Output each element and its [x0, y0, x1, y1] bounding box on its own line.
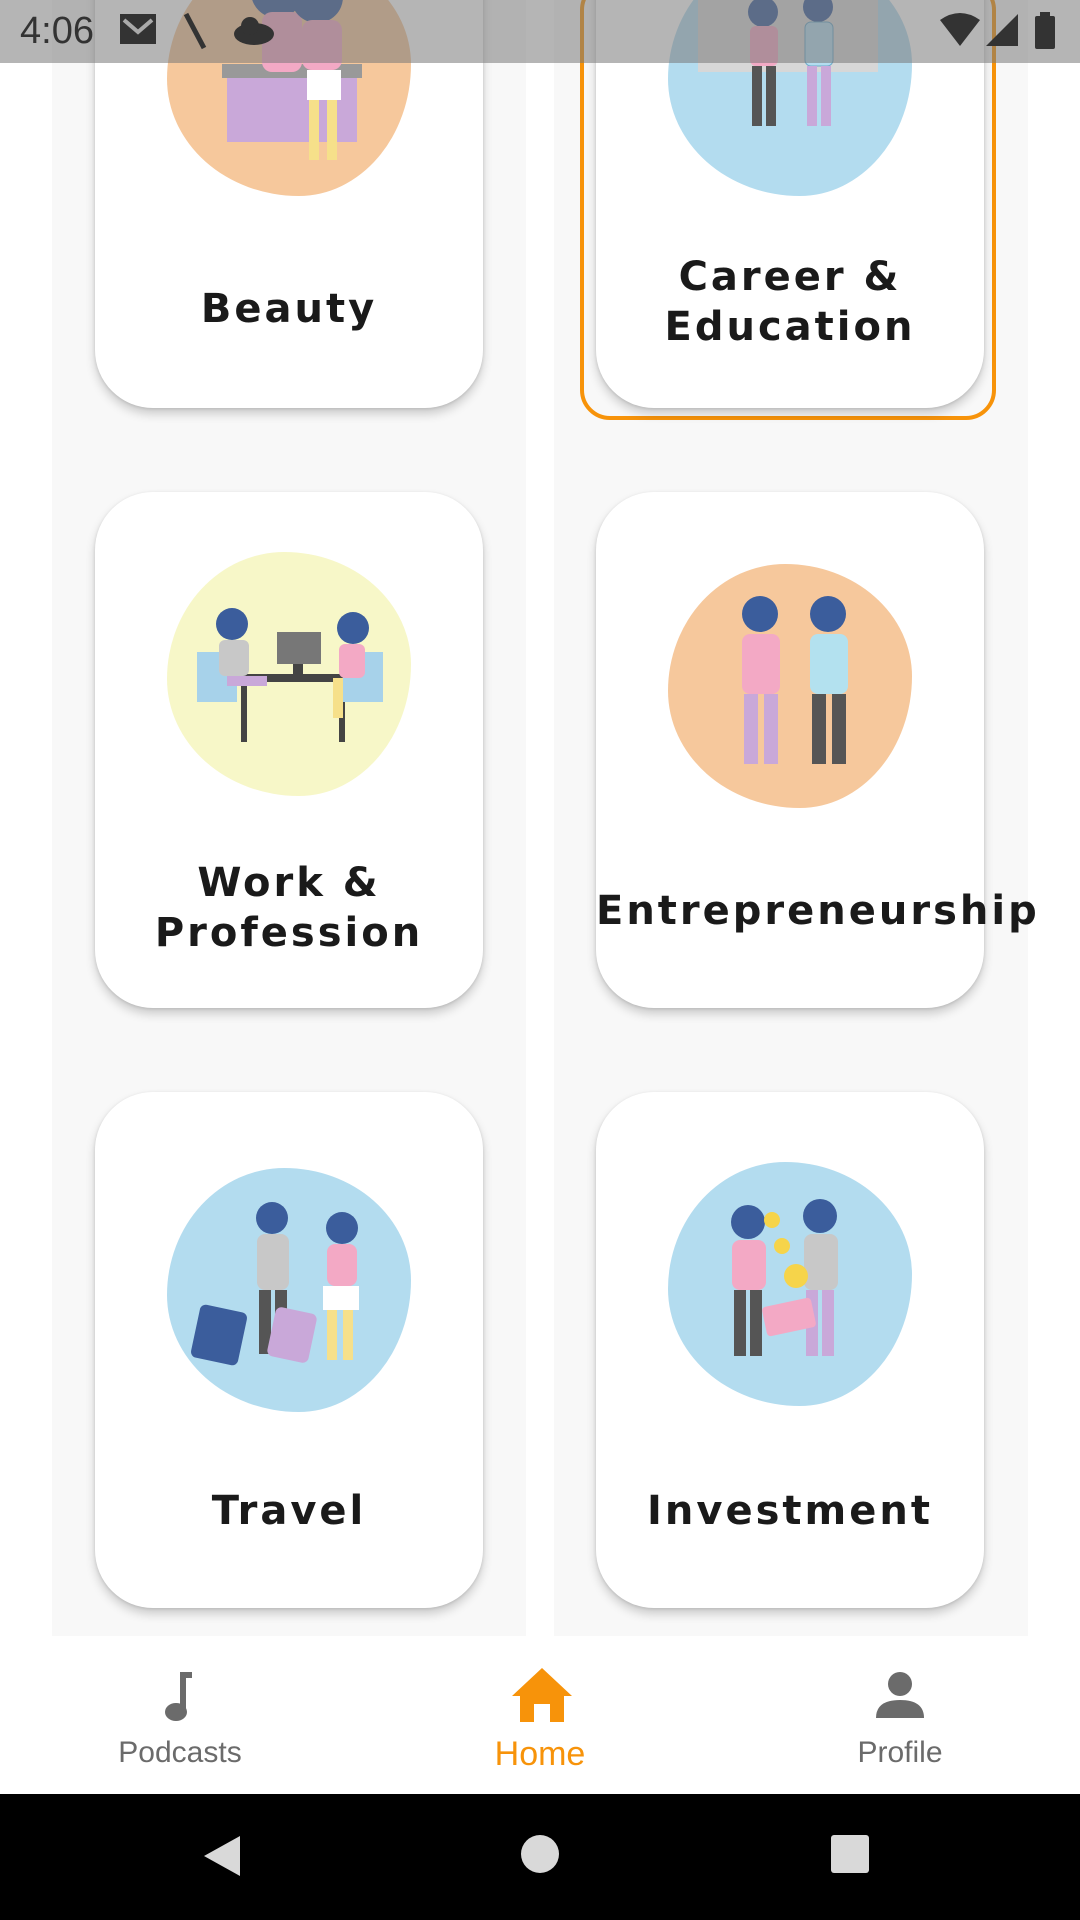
home-button-icon[interactable]: [520, 1834, 560, 1879]
back-icon[interactable]: [202, 1834, 242, 1883]
bottom-navigation: Podcasts Home Profile: [0, 1636, 1080, 1794]
category-label: Career & Education: [664, 254, 916, 350]
music-note-icon: [150, 1666, 210, 1726]
nav-home[interactable]: Home: [440, 1636, 640, 1794]
investment-illustration: [668, 1162, 912, 1406]
category-label: Work & Profession: [154, 860, 424, 956]
category-card-travel[interactable]: Travel: [95, 1092, 483, 1608]
battery-icon: [1034, 12, 1056, 55]
category-card-work-profession[interactable]: Work & Profession: [95, 492, 483, 1008]
gmail-icon: [118, 12, 158, 51]
travel-illustration: [167, 1168, 411, 1412]
home-icon: [510, 1666, 572, 1726]
category-label: Entrepreneurship: [596, 888, 1040, 934]
work-profession-illustration: [167, 552, 411, 796]
recents-icon[interactable]: [830, 1834, 870, 1879]
signal-icon: [984, 12, 1020, 53]
status-bar: 4:06: [0, 0, 1080, 63]
nav-podcasts[interactable]: Podcasts: [80, 1636, 280, 1794]
pen-icon: [180, 12, 210, 55]
category-label: Investment: [647, 1488, 933, 1534]
category-card-investment[interactable]: Investment: [596, 1092, 984, 1608]
nav-label: Profile: [857, 1736, 943, 1769]
system-navigation-bar: [0, 1794, 1080, 1920]
entrepreneurship-illustration: [668, 564, 912, 808]
category-label: Travel: [211, 1488, 367, 1534]
nav-profile[interactable]: Profile: [800, 1636, 1000, 1794]
cloud-icon: [232, 16, 276, 51]
category-label: Beauty: [200, 286, 378, 332]
person-icon: [870, 1666, 930, 1726]
wifi-icon: [940, 12, 980, 53]
category-card-entrepreneurship[interactable]: Entrepreneurship: [596, 492, 1040, 1008]
status-time: 4:06: [20, 10, 94, 52]
nav-label: Home: [494, 1735, 586, 1773]
nav-label: Podcasts: [118, 1736, 242, 1769]
